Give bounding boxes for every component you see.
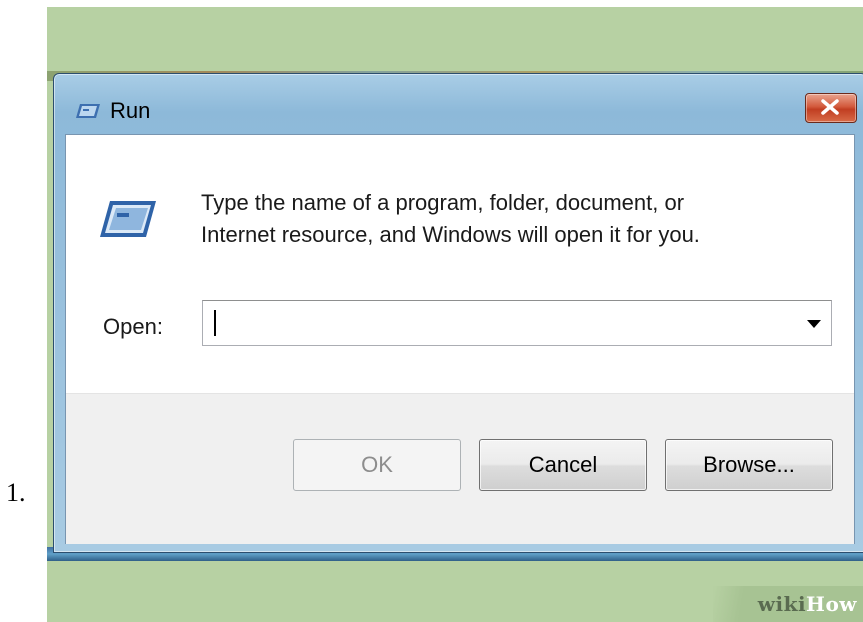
close-button[interactable]	[805, 93, 857, 123]
dropdown-arrow-icon	[807, 320, 821, 328]
open-label: Open:	[103, 314, 163, 339]
dialog-description: Type the name of a program, folder, docu…	[201, 187, 841, 251]
screenshot-illustration: Run Type the name of a program, folder, …	[47, 7, 863, 622]
watermark-wiki: wiki	[757, 592, 807, 616]
run-program-icon	[98, 199, 158, 239]
watermark-how: How	[806, 592, 857, 616]
dialog-content: Type the name of a program, folder, docu…	[66, 135, 854, 393]
browse-button[interactable]: Browse...	[665, 439, 833, 491]
wikihow-watermark: wikiHow	[758, 592, 857, 616]
list-number: 1.	[6, 478, 26, 507]
page: 1. Run Type the name of a program, folde…	[0, 0, 863, 622]
close-icon	[821, 99, 839, 115]
dialog-title: Run	[110, 98, 151, 123]
open-input[interactable]	[209, 307, 789, 339]
dropdown-arrow-button[interactable]	[801, 311, 827, 337]
titlebar[interactable]: Run	[54, 74, 863, 134]
description-line-2: Internet resource, and Windows will open…	[201, 222, 700, 247]
ok-button[interactable]: OK	[293, 439, 461, 491]
dialog-client-area: Type the name of a program, folder, docu…	[65, 134, 855, 544]
dialog-button-bar: OK Cancel Browse...	[66, 393, 854, 544]
text-caret	[214, 310, 216, 336]
description-line-1: Type the name of a program, folder, docu…	[201, 190, 685, 215]
cancel-button[interactable]: Cancel	[479, 439, 647, 491]
open-combobox[interactable]	[202, 300, 832, 346]
run-title-icon	[76, 104, 100, 118]
run-dialog: Run Type the name of a program, folder, …	[53, 73, 863, 553]
